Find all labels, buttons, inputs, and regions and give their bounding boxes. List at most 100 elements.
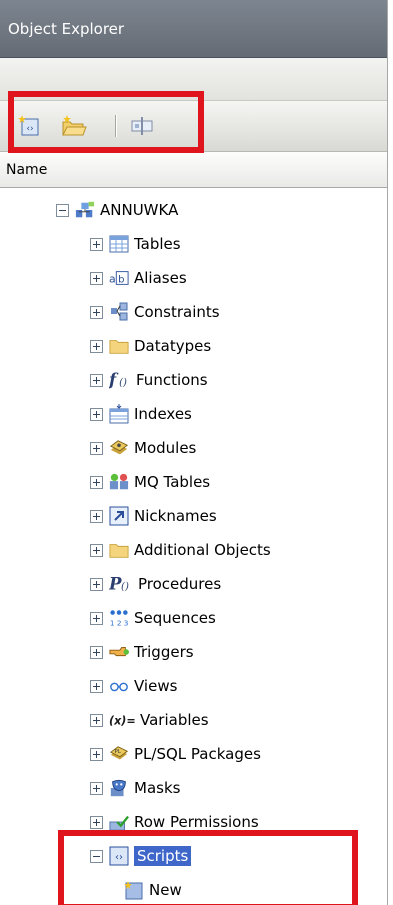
tree-node-procedures[interactable]: P() Procedures	[90, 570, 221, 598]
tree-node-root[interactable]: ANNUWKA	[56, 196, 178, 224]
expand-toggle[interactable]	[90, 305, 103, 319]
toolbar: ‹›	[0, 91, 387, 153]
expand-toggle[interactable]	[90, 339, 103, 353]
svg-text:PL: PL	[114, 749, 120, 755]
panel-title: Object Explorer	[0, 0, 387, 58]
row-permission-icon	[109, 812, 129, 832]
tree-node-additional-objects[interactable]: Additional Objects	[90, 536, 271, 564]
tree-node-new-script[interactable]: New	[124, 876, 182, 904]
tree-node-label: Masks	[134, 779, 181, 797]
table-icon	[109, 234, 129, 254]
expand-toggle[interactable]	[90, 679, 103, 693]
tree-node-row-permissions[interactable]: Row Permissions	[90, 808, 259, 836]
tree-node-constraints[interactable]: Constraints	[90, 298, 220, 326]
collapse-toggle[interactable]	[90, 849, 103, 863]
expand-toggle[interactable]	[90, 475, 103, 489]
procedure-icon: P()	[109, 574, 133, 594]
tree-node-label: ANNUWKA	[100, 201, 179, 219]
tree-node-plsql-packages[interactable]: PL PL/SQL Packages	[90, 740, 261, 768]
expand-toggle[interactable]	[90, 543, 103, 557]
tree-node-mq-tables[interactable]: MQ Tables	[90, 468, 210, 496]
trigger-icon	[109, 642, 129, 662]
function-icon: f()	[109, 370, 131, 390]
tree-node-label: MQ Tables	[134, 473, 211, 491]
svg-text:(x)=: (x)=	[109, 715, 135, 728]
properties-button[interactable]	[128, 113, 156, 139]
database-icon	[75, 200, 95, 220]
svg-text:‹›: ‹›	[115, 852, 123, 863]
tree-node-label: Triggers	[134, 643, 194, 661]
tree-node-label: Indexes	[134, 405, 192, 423]
tree-node-nicknames[interactable]: Nicknames	[90, 502, 217, 530]
tree-node-label: Views	[134, 677, 178, 695]
expand-toggle[interactable]	[90, 645, 103, 659]
tree-node-label: Functions	[136, 371, 208, 389]
expand-toggle[interactable]	[90, 611, 103, 625]
expand-toggle[interactable]	[90, 441, 103, 455]
name-column-header[interactable]: Name	[0, 152, 387, 188]
tree-node-label: Modules	[134, 439, 197, 457]
expand-toggle[interactable]	[90, 815, 103, 829]
tree-node-label: Procedures	[138, 575, 222, 593]
tree-node-label: PL/SQL Packages	[134, 745, 261, 763]
expand-toggle[interactable]	[90, 713, 103, 727]
tree-node-label: Additional Objects	[134, 541, 271, 559]
folder-icon	[109, 336, 129, 356]
new-script-icon	[124, 880, 144, 900]
expand-toggle[interactable]	[90, 373, 103, 387]
tree-node-label: Nicknames	[134, 507, 217, 525]
expand-toggle[interactable]	[90, 781, 103, 795]
svg-text:(): ()	[119, 377, 127, 389]
constraint-icon	[109, 302, 129, 322]
svg-text:b: b	[118, 275, 124, 286]
expand-toggle[interactable]	[90, 747, 103, 761]
svg-text:‹›: ‹›	[26, 124, 33, 134]
new-script-icon: ‹›	[18, 115, 39, 136]
tree-node-label: New	[149, 881, 182, 899]
tree-node-sequences[interactable]: 1 2 3 Sequences	[90, 604, 216, 632]
mask-icon	[109, 778, 129, 798]
collapse-toggle[interactable]	[56, 203, 69, 217]
svg-text:1 2 3: 1 2 3	[110, 618, 129, 627]
index-icon	[109, 404, 129, 424]
tree-node-label: Scripts	[134, 846, 192, 866]
variable-icon: (x)=	[109, 710, 135, 730]
new-script-button[interactable]: ‹›	[16, 113, 44, 139]
tree-node-triggers[interactable]: Triggers	[90, 638, 194, 666]
tree-node-tables[interactable]: Tables	[90, 230, 181, 258]
module-icon	[109, 438, 129, 458]
nickname-icon	[109, 506, 129, 526]
svg-text:f: f	[109, 371, 119, 390]
expand-toggle[interactable]	[90, 577, 103, 591]
tree-node-views[interactable]: Views	[90, 672, 177, 700]
script-icon: ‹›	[109, 846, 129, 866]
tree-node-scripts[interactable]: ‹› Scripts	[90, 842, 192, 870]
expand-toggle[interactable]	[90, 271, 103, 285]
view-icon	[109, 676, 129, 696]
sequence-icon: 1 2 3	[109, 608, 129, 628]
panel-band	[0, 58, 387, 101]
svg-text:(): ()	[121, 581, 129, 593]
tree-node-label: Constraints	[134, 303, 220, 321]
expand-toggle[interactable]	[90, 509, 103, 523]
tree-node-label: Aliases	[134, 269, 187, 287]
tree-node-functions[interactable]: f() Functions	[90, 366, 208, 394]
tree-node-label: Sequences	[134, 609, 216, 627]
folder-icon	[109, 540, 129, 560]
tree-node-variables[interactable]: (x)= Variables	[90, 706, 209, 734]
properties-icon	[131, 117, 153, 135]
expand-toggle[interactable]	[90, 407, 103, 421]
tree-node-datatypes[interactable]: Datatypes	[90, 332, 211, 360]
package-icon: PL	[109, 744, 129, 764]
tree-node-indexes[interactable]: Indexes	[90, 400, 192, 428]
tree-node-label: Tables	[134, 235, 181, 253]
tree-node-modules[interactable]: Modules	[90, 434, 196, 462]
tree-node-aliases[interactable]: ab Aliases	[90, 264, 187, 292]
tree-node-label: Variables	[140, 711, 209, 729]
open-folder-button[interactable]	[60, 113, 88, 139]
tree-node-label: Datatypes	[134, 337, 212, 355]
object-explorer-panel: Object Explorer ‹› Name ANNUWKA Tables a…	[0, 0, 388, 905]
tree-node-label: Row Permissions	[134, 813, 259, 831]
tree-node-masks[interactable]: Masks	[90, 774, 180, 802]
expand-toggle[interactable]	[90, 237, 103, 251]
